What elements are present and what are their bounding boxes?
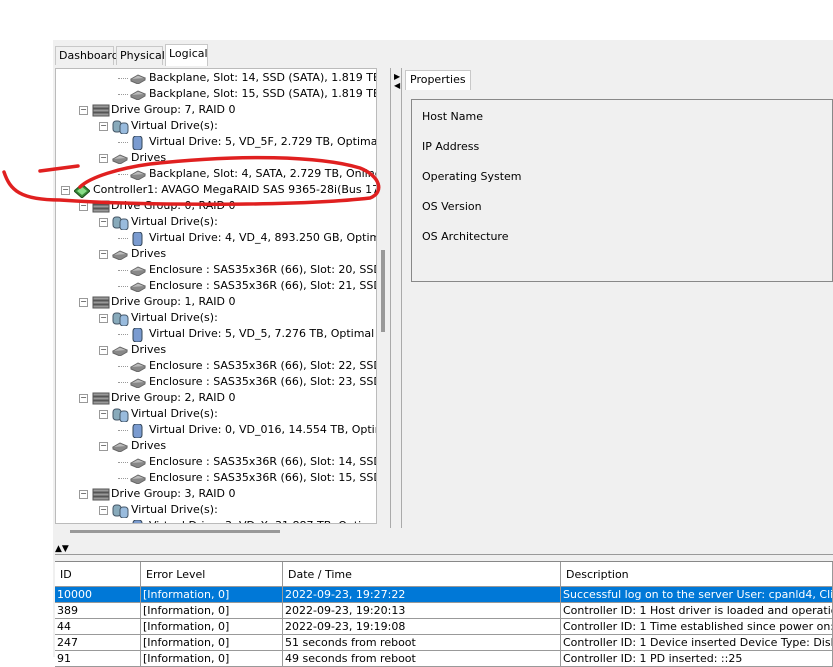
red-annotation-circle (2, 155, 381, 207)
